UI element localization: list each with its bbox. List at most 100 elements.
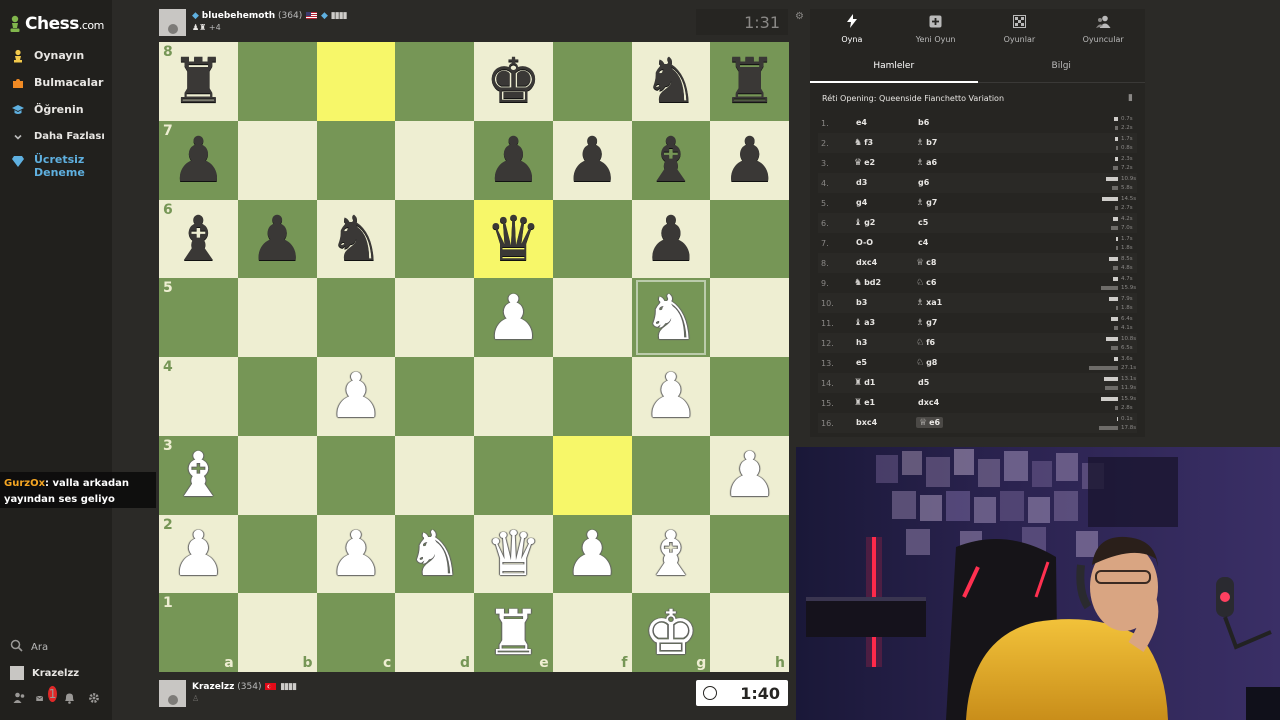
white-king-icon[interactable]: ♚ (643, 601, 699, 664)
black-pawn-icon[interactable]: ♟ (564, 129, 620, 191)
black-move[interactable]: ♕ e6 (916, 417, 944, 428)
opponent-avatar[interactable] (159, 9, 186, 36)
bell-icon[interactable] (61, 690, 77, 706)
black-rook-icon[interactable]: ♜ (171, 50, 227, 112)
square-c3[interactable] (316, 435, 396, 515)
white-move[interactable]: d3 (854, 178, 916, 188)
own-username[interactable]: Krazelzz (192, 682, 234, 692)
black-move[interactable]: ♗ a6 (916, 158, 937, 168)
square-f3[interactable] (552, 435, 632, 515)
white-move[interactable]: ♛ e2 (854, 158, 916, 168)
square-f7[interactable]: ♟ (552, 120, 632, 200)
square-d1[interactable]: d (395, 593, 474, 672)
chess-logo[interactable]: Chess.com (0, 0, 112, 36)
square-c7[interactable] (316, 120, 396, 200)
square-d8[interactable] (395, 42, 474, 121)
subtab-info[interactable]: Bilgi (978, 49, 1146, 82)
board-settings-gear-icon[interactable]: ⚙ (795, 11, 804, 22)
subtab-moves[interactable]: Hamleler (810, 49, 978, 83)
white-pawn-icon[interactable]: ♟ (486, 286, 542, 349)
white-move[interactable]: h3 (854, 338, 916, 348)
tab-play[interactable]: Oyna (810, 9, 894, 49)
square-h5[interactable] (710, 278, 789, 357)
black-move[interactable]: g6 (916, 178, 929, 187)
black-move[interactable]: ♗ g7 (916, 198, 937, 208)
black-pawn-icon[interactable]: ♟ (643, 207, 699, 270)
black-knight-icon[interactable]: ♞ (643, 50, 699, 112)
square-d3[interactable] (395, 435, 474, 515)
messages-icon[interactable]: 1 (36, 686, 57, 706)
white-move[interactable]: ♝ g2 (854, 218, 916, 228)
black-move[interactable]: ♘ g8 (916, 358, 937, 368)
square-b3[interactable] (237, 435, 317, 515)
square-h7[interactable]: ♟ (710, 120, 789, 200)
square-a1[interactable]: 1a (159, 593, 238, 672)
sidebar-item-free-trial[interactable]: Ücretsiz Deneme (0, 150, 112, 182)
square-h2[interactable] (710, 514, 789, 594)
square-e4[interactable] (474, 357, 553, 436)
white-knight-icon[interactable]: ♞ (407, 522, 463, 585)
move-list[interactable]: 1. e4 b6 0.7s 2.2s 2. ♞ f3 ♗ b7 1.7s 0.8s 3. ♛ e2 ♗ a6 2.… (810, 113, 1145, 433)
black-king-icon[interactable]: ♚ (486, 50, 542, 112)
square-h1[interactable]: h (710, 593, 789, 672)
square-a8[interactable]: 8 ♜ (159, 42, 238, 121)
square-b7[interactable] (237, 120, 317, 200)
square-a6[interactable]: 6 ♝ (159, 199, 238, 279)
white-move[interactable]: O-O (854, 238, 916, 248)
black-move[interactable]: d5 (916, 378, 929, 387)
square-f4[interactable] (552, 357, 632, 436)
square-h3[interactable]: ♟ (710, 435, 789, 515)
white-knight-icon[interactable]: ♞ (643, 286, 699, 349)
black-pawn-icon[interactable]: ♟ (171, 129, 227, 191)
square-b6[interactable]: ♟ (237, 199, 317, 279)
white-move[interactable]: ♝ a3 (854, 318, 916, 328)
white-move[interactable]: ♜ e1 (854, 398, 916, 408)
white-move[interactable]: bxc4 (854, 418, 916, 428)
white-pawn-icon[interactable]: ♟ (722, 444, 778, 506)
square-a3[interactable]: 3 ♝ (159, 435, 238, 515)
white-pawn-icon[interactable]: ♟ (564, 522, 620, 585)
black-move[interactable]: b6 (916, 118, 929, 127)
friends-icon[interactable] (11, 690, 27, 706)
square-d4[interactable] (395, 357, 474, 436)
black-bishop-icon[interactable]: ♝ (171, 207, 227, 270)
sidebar-item-play[interactable]: Oynayın (0, 42, 112, 69)
square-a7[interactable]: 7 ♟ (159, 120, 238, 200)
black-pawn-icon[interactable]: ♟ (486, 129, 542, 191)
square-e1[interactable]: e ♜ (474, 593, 553, 672)
black-bishop-icon[interactable]: ♝ (643, 129, 699, 191)
square-h6[interactable] (710, 199, 789, 279)
square-f8[interactable] (552, 42, 632, 121)
tab-new-game[interactable]: Yeni Oyun (894, 9, 978, 49)
square-g8[interactable]: ♞ (631, 42, 711, 121)
gear-icon[interactable] (86, 690, 102, 706)
square-e6[interactable]: ♛ (474, 199, 553, 279)
book-icon[interactable]: ▮ (1128, 93, 1133, 103)
square-c8[interactable] (316, 42, 396, 121)
square-a5[interactable]: 5 (159, 278, 238, 357)
square-f1[interactable]: f (552, 593, 632, 672)
white-rook-icon[interactable]: ♜ (486, 601, 542, 664)
square-f5[interactable] (552, 278, 632, 357)
square-a4[interactable]: 4 (159, 357, 238, 436)
square-a2[interactable]: 2 ♟ (159, 514, 238, 594)
white-move[interactable]: g4 (854, 198, 916, 208)
sidebar-item-learn[interactable]: Öğrenin (0, 96, 112, 123)
square-b4[interactable] (237, 357, 317, 436)
square-c4[interactable]: ♟ (316, 357, 396, 436)
white-pawn-icon[interactable]: ♟ (328, 522, 384, 585)
black-move[interactable]: ♗ b7 (916, 138, 937, 148)
black-pawn-icon[interactable]: ♟ (722, 129, 778, 191)
opening-name[interactable]: Réti Opening: Queenside Fianchetto Varia… (822, 94, 1004, 103)
black-knight-icon[interactable]: ♞ (328, 207, 384, 270)
square-b1[interactable]: b (237, 593, 317, 672)
search-button[interactable]: Ara (0, 634, 112, 660)
white-pawn-icon[interactable]: ♟ (171, 522, 227, 585)
square-f6[interactable] (552, 199, 632, 279)
square-d7[interactable] (395, 120, 474, 200)
square-e8[interactable]: ♚ (474, 42, 553, 121)
square-d5[interactable] (395, 278, 474, 357)
black-move[interactable]: ♕ c8 (916, 258, 936, 268)
square-c5[interactable] (316, 278, 396, 357)
square-e5[interactable]: ♟ (474, 278, 553, 357)
